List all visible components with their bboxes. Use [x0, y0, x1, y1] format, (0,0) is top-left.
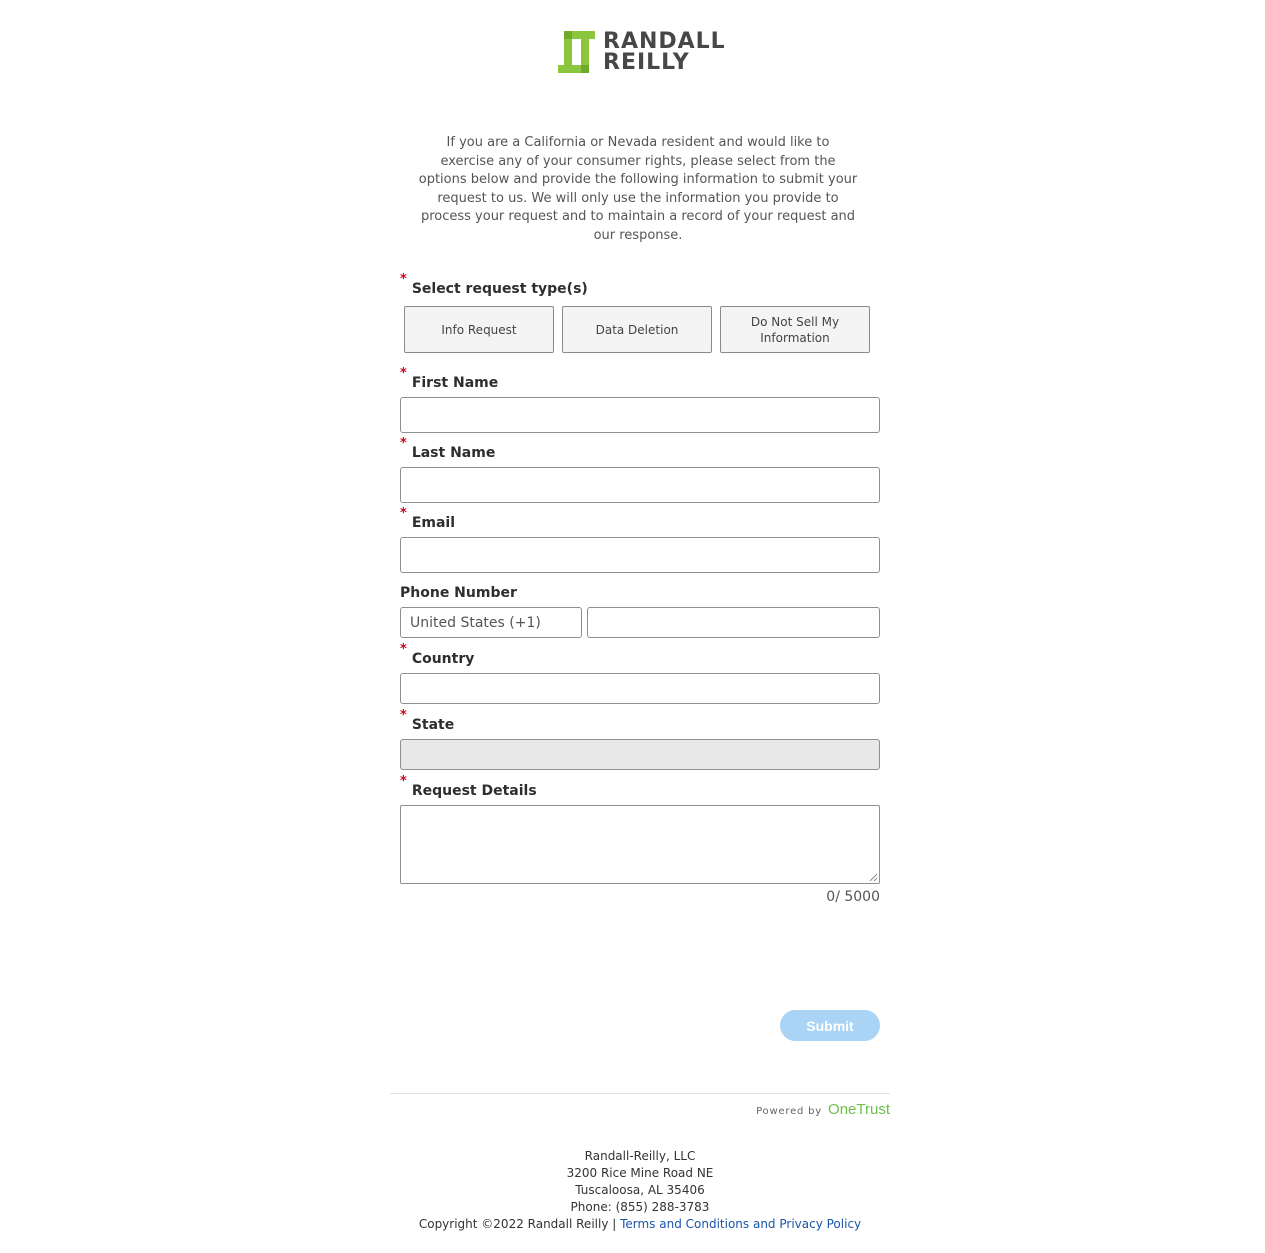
- first-name-label-text: First Name: [411, 375, 499, 391]
- footer-address-line1: 3200 Rice Mine Road NE: [566, 1166, 714, 1180]
- state-label-text: State: [411, 717, 455, 733]
- footer-copyright: Copyright ©2022 Randall Reilly |: [418, 1217, 621, 1231]
- submit-button[interactable]: Submit: [780, 1010, 880, 1041]
- last-name-label: * Last Name: [400, 436, 496, 462]
- footer-address-line2: Tuscaloosa, AL 35406: [575, 1183, 705, 1197]
- email-label-text: Email: [411, 515, 456, 531]
- required-marker: *: [400, 708, 407, 723]
- request-details-textarea[interactable]: [400, 805, 880, 884]
- footer-phone: Phone: (855) 288-3783: [570, 1200, 710, 1214]
- first-name-field-wrapper: [400, 397, 880, 433]
- logo-line-2: REILLY: [603, 50, 690, 75]
- request-type-deletion-button[interactable]: Data Deletion: [562, 306, 712, 353]
- country-label-text: Country: [411, 651, 475, 667]
- country-label: * Country: [400, 642, 475, 668]
- request-type-info-button[interactable]: Info Request: [404, 306, 554, 353]
- footer-copyright-line: Copyright ©2022 Randall Reilly | Terms a…: [390, 1216, 890, 1233]
- email-field-wrapper: [400, 537, 880, 573]
- company-logo: RANDALL REILLY: [558, 30, 728, 74]
- required-marker: *: [400, 272, 407, 287]
- required-marker: *: [400, 436, 407, 451]
- request-type-do-not-sell-button[interactable]: Do Not Sell My Information: [720, 306, 870, 353]
- request-details-label: * Request Details: [400, 774, 537, 800]
- required-marker: *: [400, 506, 407, 521]
- state-label: * State: [400, 708, 455, 734]
- onetrust-logo: OneTrust: [828, 1101, 890, 1118]
- powered-by-text: Powered by: [756, 1106, 823, 1117]
- request-type-label: * Select request type(s): [400, 272, 588, 298]
- logo-line-1: RANDALL: [603, 29, 726, 54]
- phone-label: Phone Number: [400, 584, 517, 602]
- logo-mark-icon: [558, 31, 595, 73]
- first-name-label: * First Name: [400, 366, 499, 392]
- logo-wordmark: RANDALL REILLY: [603, 29, 726, 75]
- page-footer: Randall-Reilly, LLC 3200 Rice Mine Road …: [390, 1148, 890, 1233]
- required-marker: *: [400, 774, 407, 789]
- state-field-wrapper: [400, 739, 880, 770]
- phone-number-field-wrapper: [587, 607, 880, 638]
- first-name-input[interactable]: [401, 398, 879, 432]
- email-label: * Email: [400, 506, 456, 532]
- intro-text: If you are a California or Nevada reside…: [418, 135, 858, 243]
- footer-divider: [390, 1093, 890, 1094]
- email-input[interactable]: [401, 538, 879, 572]
- phone-number-input[interactable]: [588, 608, 879, 637]
- character-counter: 0/ 5000: [826, 889, 880, 905]
- state-input[interactable]: [401, 740, 879, 769]
- required-marker: *: [400, 366, 407, 381]
- required-marker: *: [400, 642, 407, 657]
- phone-country-select[interactable]: United States (+1): [400, 607, 582, 638]
- last-name-field-wrapper: [400, 467, 880, 503]
- country-field-wrapper: [400, 673, 880, 704]
- last-name-label-text: Last Name: [411, 445, 496, 461]
- request-details-label-text: Request Details: [411, 783, 537, 799]
- resize-handle-icon[interactable]: [869, 873, 877, 881]
- phone-label-text: Phone Number: [400, 585, 517, 601]
- powered-by-onetrust: Powered by OneTrust: [755, 1101, 890, 1118]
- footer-company: Randall-Reilly, LLC: [584, 1149, 696, 1163]
- last-name-input[interactable]: [401, 468, 879, 502]
- country-input[interactable]: [401, 674, 879, 703]
- request-type-label-text: Select request type(s): [411, 281, 588, 297]
- terms-privacy-link[interactable]: Terms and Conditions and Privacy Policy: [620, 1217, 861, 1231]
